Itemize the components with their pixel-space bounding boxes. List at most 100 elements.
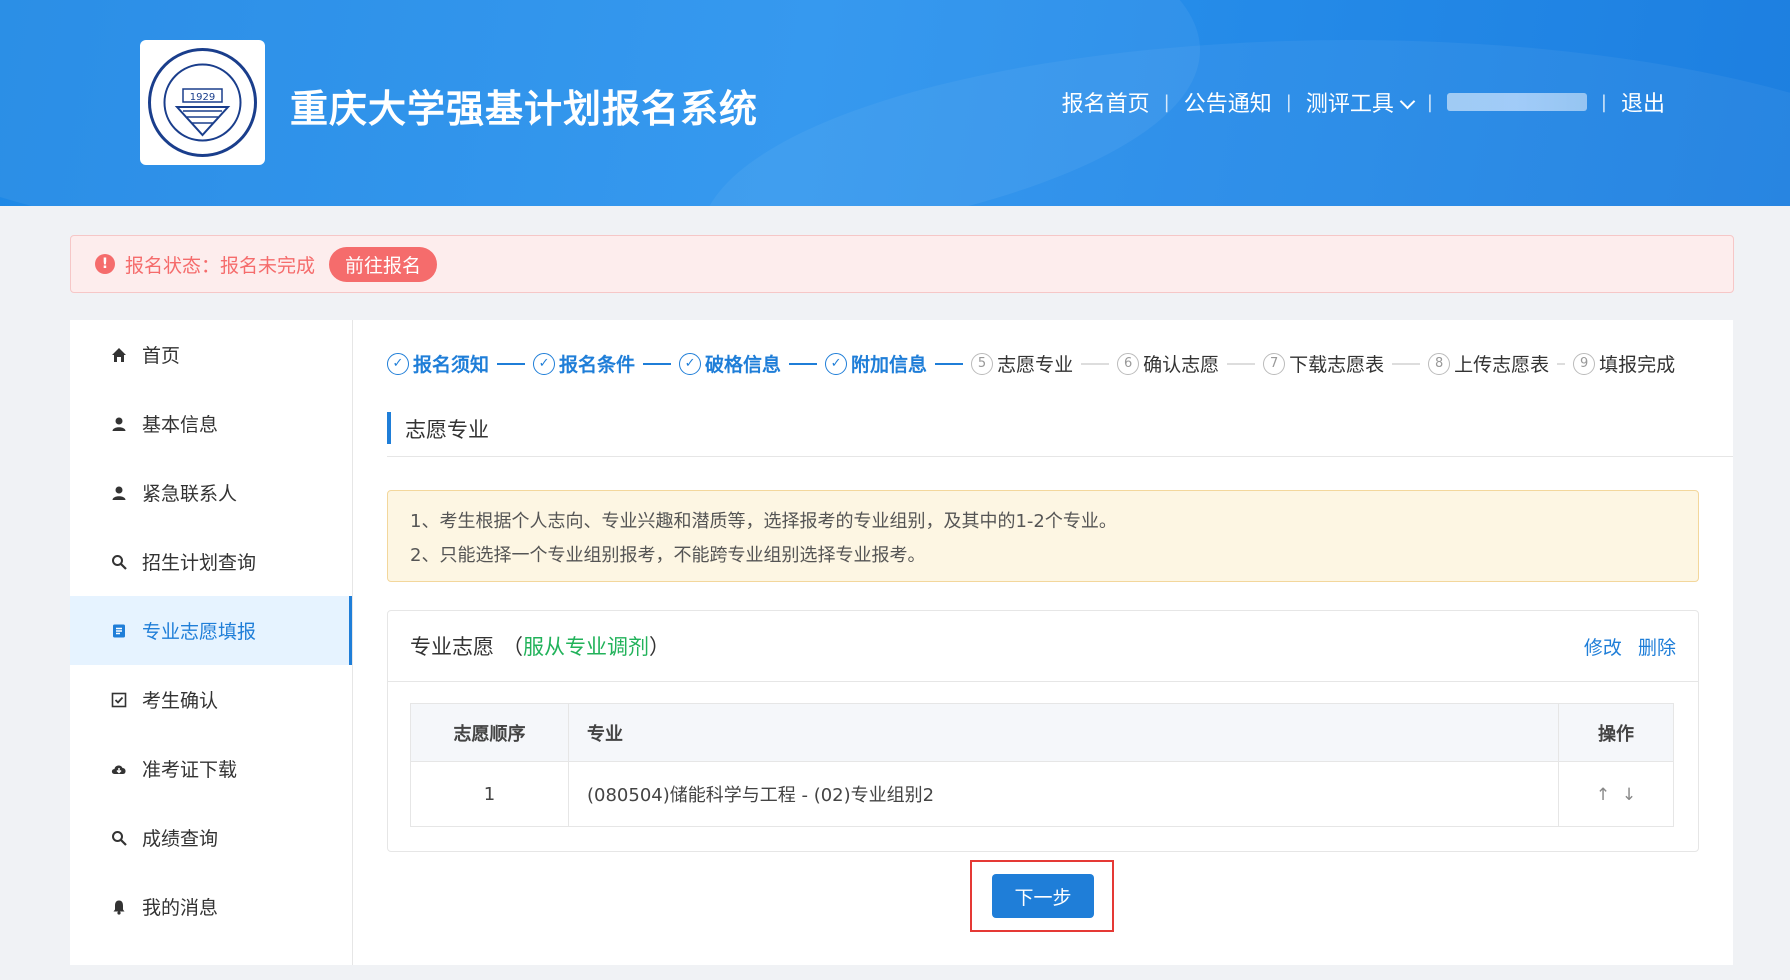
nav-logout[interactable]: 退出 — [1621, 86, 1665, 118]
column-header-order: 志愿顺序 — [410, 703, 569, 762]
sidebar-item-label: 我的消息 — [142, 897, 219, 919]
sidebar-item-confirmation[interactable]: 考生确认 — [70, 665, 352, 734]
sidebar-item-label: 首页 — [142, 345, 181, 367]
nav-assessment-tools-label: 测评工具 — [1305, 92, 1394, 117]
move-up-icon[interactable]: ↑ — [1596, 785, 1610, 805]
step-number: 6 — [1117, 352, 1140, 375]
cell-major: (080504)储能科学与工程 - (02)专业组别2 — [568, 761, 1559, 827]
step-label: 报名须知 — [413, 354, 490, 376]
sidebar-item-enrollment-plan[interactable]: 招生计划查询 — [70, 527, 352, 596]
main-content: ✓ 报名须知 ✓ 报名条件 ✓ 破格信息 ✓ 附加信息 5 志愿专业 6 确认志… — [353, 320, 1733, 965]
step-connector — [935, 362, 964, 365]
sidebar-item-label: 基本信息 — [142, 414, 219, 436]
card-actions: 修改 删除 — [1574, 633, 1676, 660]
chevron-down-icon — [1399, 93, 1416, 110]
check-icon: ✓ — [825, 352, 848, 375]
search-icon — [110, 829, 128, 847]
svg-text:1929: 1929 — [190, 92, 215, 103]
notice-line: 2、只能选择一个专业组别报考，不能跨专业组别选择专业报考。 — [410, 545, 926, 566]
move-down-icon[interactable]: ↓ — [1622, 785, 1636, 805]
sidebar-item-basic-info[interactable]: 基本信息 — [70, 389, 352, 458]
notice-line: 1、考生根据个人志向、专业兴趣和潜质等，选择报考的专业组别，及其中的1-2个专业… — [410, 511, 1117, 532]
step-notice[interactable]: ✓ 报名须知 — [387, 350, 533, 377]
preference-table: 志愿顺序 专业 操作 1 (080504)储能科学与工程 - (02)专业组别2… — [410, 703, 1674, 827]
sidebar-item-score-query[interactable]: 成绩查询 — [70, 803, 352, 872]
table-row: 1 (080504)储能科学与工程 - (02)专业组别2 ↑ ↓ — [410, 761, 1674, 827]
step-confirm-preference[interactable]: 6 确认志愿 — [1117, 350, 1263, 377]
site-title: 重庆大学强基计划报名系统 — [290, 87, 759, 131]
section-accent-bar — [387, 412, 391, 444]
checkbox-icon — [110, 691, 128, 709]
check-icon: ✓ — [533, 352, 556, 375]
registration-status-alert: ! 报名状态：报名未完成 前往报名 — [70, 235, 1734, 293]
info-icon: ! — [95, 254, 115, 274]
preference-card: 专业志愿 （服从专业调剂） 修改 删除 志愿顺序 专业 操作 1 (080504)… — [387, 610, 1699, 852]
nav-separator: | — [1285, 91, 1292, 113]
card-header: 专业志愿 （服从专业调剂） 修改 删除 — [388, 611, 1698, 682]
step-label: 志愿专业 — [997, 354, 1074, 376]
step-additional-info[interactable]: ✓ 附加信息 — [825, 350, 971, 377]
sidebar-item-label: 考生确认 — [142, 690, 219, 712]
section-title: 志愿专业 — [405, 418, 489, 442]
paren-open: （ — [502, 635, 523, 659]
step-number: 9 — [1573, 352, 1596, 375]
sidebar-item-admission-ticket[interactable]: 准考证下载 — [70, 734, 352, 803]
nav-home[interactable]: 报名首页 — [1062, 86, 1150, 118]
sidebar-item-messages[interactable]: 我的消息 — [70, 872, 352, 941]
instructions-notice: 1、考生根据个人志向、专业兴趣和潜质等，选择报考的专业组别，及其中的1-2个专业… — [387, 490, 1699, 582]
step-label: 报名条件 — [559, 354, 636, 376]
search-icon — [110, 553, 128, 571]
step-number: 5 — [971, 352, 994, 375]
nav-separator: | — [1600, 91, 1607, 113]
step-complete[interactable]: 9 填报完成 — [1573, 350, 1675, 377]
step-connector — [1227, 362, 1256, 365]
check-icon: ✓ — [679, 352, 702, 375]
card-title-text: 专业志愿 — [410, 635, 494, 659]
step-conditions[interactable]: ✓ 报名条件 — [533, 350, 679, 377]
step-upload-form[interactable]: 8 上传志愿表 — [1428, 350, 1573, 377]
highlight-box: 下一步 — [970, 860, 1114, 932]
top-navigation: 报名首页 | 公告通知 | 测评工具 | | 退出 — [1062, 86, 1665, 118]
step-preference-major[interactable]: 5 志愿专业 — [971, 350, 1117, 377]
table-header-row: 志愿顺序 专业 操作 — [410, 703, 1674, 762]
status-text: 报名状态：报名未完成 — [125, 254, 316, 277]
step-label: 确认志愿 — [1143, 354, 1220, 376]
step-download-form[interactable]: 7 下载志愿表 — [1263, 350, 1428, 377]
edit-link[interactable]: 修改 — [1584, 637, 1622, 659]
delete-link[interactable]: 删除 — [1638, 637, 1676, 659]
sidebar-item-label: 专业志愿填报 — [142, 621, 257, 643]
step-number: 8 — [1428, 352, 1451, 375]
sidebar-item-emergency-contact[interactable]: 紧急联系人 — [70, 458, 352, 527]
university-seal-icon: 1929 — [148, 48, 257, 157]
user-icon — [110, 484, 128, 502]
section-header: 志愿专业 — [387, 412, 1733, 457]
sidebar: 首页 基本信息 紧急联系人 招生计划查询 专业志愿填报 考生确认 准考证下载 成… — [70, 320, 353, 965]
step-label: 破格信息 — [705, 354, 782, 376]
step-number: 7 — [1263, 352, 1286, 375]
step-connector — [1392, 362, 1421, 365]
cell-order: 1 — [410, 761, 569, 827]
sidebar-item-label: 紧急联系人 — [142, 483, 238, 505]
next-step-button[interactable]: 下一步 — [992, 874, 1094, 918]
step-connector — [643, 362, 672, 365]
sidebar-item-major-preference[interactable]: 专业志愿填报 — [70, 596, 352, 665]
cloud-download-icon — [110, 760, 128, 778]
go-register-button[interactable]: 前往报名 — [329, 246, 438, 282]
nav-assessment-tools[interactable]: 测评工具 — [1305, 86, 1416, 118]
home-icon — [110, 346, 128, 364]
check-icon: ✓ — [387, 352, 409, 375]
nav-announcements[interactable]: 公告通知 — [1184, 86, 1272, 118]
column-header-actions: 操作 — [1558, 703, 1674, 762]
user-name-redacted[interactable] — [1446, 93, 1587, 111]
bell-icon — [110, 898, 128, 916]
university-logo[interactable]: 1929 — [140, 40, 265, 165]
column-header-major: 专业 — [568, 703, 1559, 762]
step-exceptional-info[interactable]: ✓ 破格信息 — [679, 350, 825, 377]
sidebar-item-label: 准考证下载 — [142, 759, 238, 781]
step-connector — [789, 362, 818, 365]
user-icon — [110, 415, 128, 433]
card-title: 专业志愿 （服从专业调剂） — [410, 631, 670, 661]
document-icon — [110, 622, 128, 640]
sidebar-item-home[interactable]: 首页 — [70, 320, 352, 389]
adjustment-status: 服从专业调剂 — [523, 635, 649, 659]
